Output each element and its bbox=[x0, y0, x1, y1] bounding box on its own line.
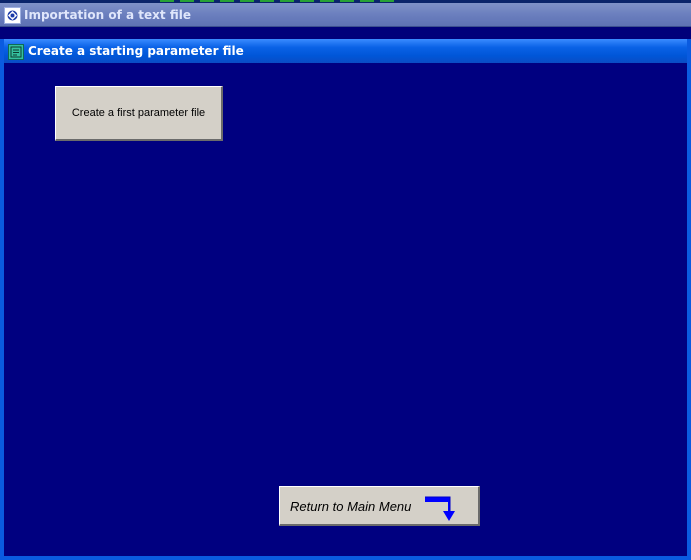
outer-window-title: Importation of a text file bbox=[24, 8, 191, 22]
return-arrow-icon bbox=[423, 493, 463, 523]
create-first-parameter-file-button[interactable]: Create a first parameter file bbox=[55, 86, 223, 141]
return-to-main-menu-button[interactable]: Return to Main Menu bbox=[279, 486, 480, 526]
inner-window-titlebar: Create a starting parameter file bbox=[4, 39, 687, 63]
inner-window: Create a starting parameter file Create … bbox=[0, 39, 691, 560]
form-icon bbox=[8, 44, 24, 60]
create-first-parameter-file-label: Create a first parameter file bbox=[71, 107, 206, 119]
outer-window-titlebar: Importation of a text file bbox=[0, 3, 691, 27]
app-icon bbox=[4, 7, 21, 24]
background-status-bits bbox=[160, 0, 400, 2]
inner-window-title: Create a starting parameter file bbox=[28, 44, 244, 58]
background-band bbox=[0, 27, 691, 39]
return-to-main-menu-label: Return to Main Menu bbox=[290, 499, 412, 514]
